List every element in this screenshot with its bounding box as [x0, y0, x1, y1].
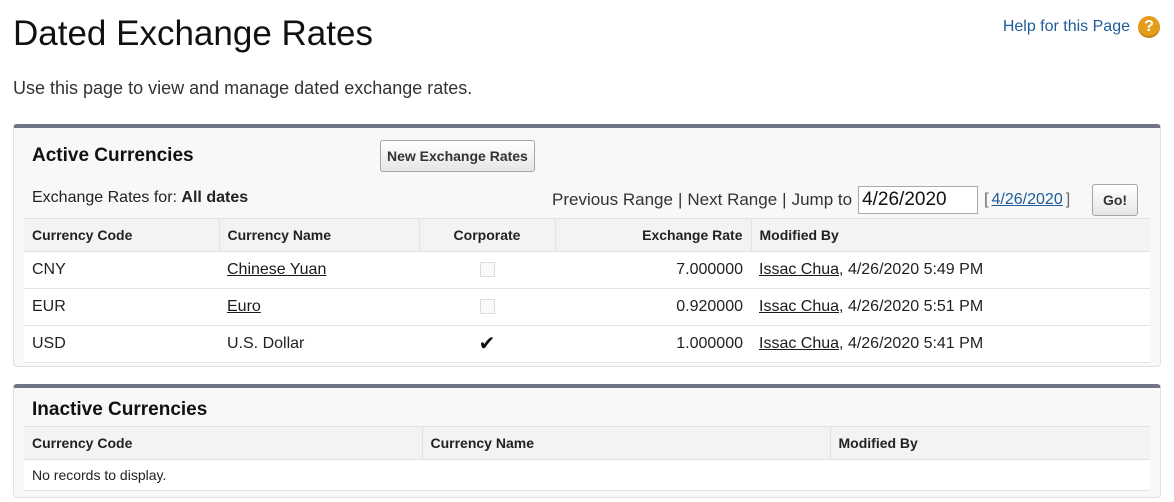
- currency-name-link[interactable]: Euro: [227, 298, 261, 315]
- currency-code: EUR: [24, 288, 219, 326]
- page-description: Use this page to view and manage dated e…: [13, 78, 473, 98]
- exchange-rate: 0.920000: [555, 288, 751, 326]
- currency-name: U.S. Dollar: [219, 325, 419, 363]
- modified-by-user-link[interactable]: Issac Chua: [759, 261, 839, 278]
- today-date-link[interactable]: 4/26/2020: [992, 191, 1063, 208]
- inactive-currencies-table: Currency Code Currency Name Modified By …: [24, 426, 1150, 491]
- go-button[interactable]: Go!: [1092, 184, 1138, 216]
- bracket-open: [: [984, 191, 989, 208]
- new-exchange-rates-button[interactable]: New Exchange Rates: [380, 140, 535, 172]
- inactive-currencies-title: Inactive Currencies: [32, 399, 208, 420]
- column-header-currency-code: Currency Code: [24, 218, 219, 252]
- table-row: USD U.S. Dollar ✔ 1.000000 Issac Chua, 4…: [24, 325, 1150, 363]
- jump-to-label: Jump to: [791, 190, 853, 209]
- empty-message: No records to display.: [24, 459, 1150, 491]
- currency-code: CNY: [24, 251, 219, 289]
- modified-date: , 4/26/2020 5:49 PM: [839, 261, 984, 278]
- today-date-bracket: [4/26/2020]: [984, 191, 1070, 209]
- page-title: Dated Exchange Rates: [13, 14, 373, 53]
- help-link[interactable]: Help for this Page: [1003, 18, 1130, 36]
- range-nav: Previous Range | Next Range | Jump to [4…: [552, 186, 1070, 214]
- table-header-row: Currency Code Currency Name Modified By: [24, 426, 1150, 460]
- column-header-modified-by: Modified By: [829, 426, 1150, 460]
- next-range-link[interactable]: Next Range: [687, 190, 777, 210]
- table-row: No records to display.: [24, 459, 1150, 491]
- rates-for-label: Exchange Rates for:: [32, 189, 177, 206]
- exchange-rate: 1.000000: [555, 325, 751, 363]
- column-header-modified-by: Modified By: [750, 218, 1150, 252]
- exchange-rate: 7.000000: [555, 251, 751, 289]
- corporate-checkbox-empty: [479, 262, 495, 278]
- column-header-corporate: Corporate: [418, 218, 555, 252]
- range-separator: |: [677, 190, 683, 209]
- column-header-currency-name: Currency Name: [218, 218, 419, 252]
- help-icon[interactable]: ?: [1138, 16, 1160, 38]
- currency-name-link[interactable]: Chinese Yuan: [227, 261, 326, 278]
- active-currencies-title: Active Currencies: [32, 145, 194, 166]
- inactive-currencies-panel: Inactive Currencies Currency Code Curren…: [13, 384, 1161, 498]
- modified-by-user-link[interactable]: Issac Chua: [759, 335, 839, 352]
- column-header-currency-name: Currency Name: [421, 426, 830, 460]
- active-currencies-panel: Active Currencies New Exchange Rates Exc…: [13, 124, 1161, 367]
- rates-for: Exchange Rates for: All dates: [32, 189, 248, 207]
- help: Help for this Page ?: [1003, 16, 1160, 38]
- previous-range-link[interactable]: Previous Range: [552, 190, 673, 210]
- table-header-row: Currency Code Currency Name Corporate Ex…: [24, 218, 1150, 252]
- table-row: CNY Chinese Yuan 7.000000 Issac Chua, 4/…: [24, 251, 1150, 289]
- rates-for-value: All dates: [181, 189, 249, 206]
- active-currencies-table: Currency Code Currency Name Corporate Ex…: [24, 218, 1150, 363]
- range-separator: |: [782, 190, 787, 209]
- modified-date: , 4/26/2020 5:51 PM: [839, 298, 984, 315]
- column-header-currency-code: Currency Code: [24, 426, 422, 460]
- checkmark-icon: ✔: [478, 332, 496, 355]
- bracket-close: ]: [1065, 191, 1071, 208]
- currency-code: USD: [24, 325, 219, 363]
- modified-date: , 4/26/2020 5:41 PM: [839, 335, 984, 352]
- modified-by-user-link[interactable]: Issac Chua: [759, 298, 839, 315]
- corporate-checkbox-empty: [479, 299, 495, 315]
- column-header-exchange-rate: Exchange Rate: [554, 218, 751, 252]
- table-row: EUR Euro 0.920000 Issac Chua, 4/26/2020 …: [24, 288, 1150, 326]
- jump-to-date-input[interactable]: [858, 186, 979, 214]
